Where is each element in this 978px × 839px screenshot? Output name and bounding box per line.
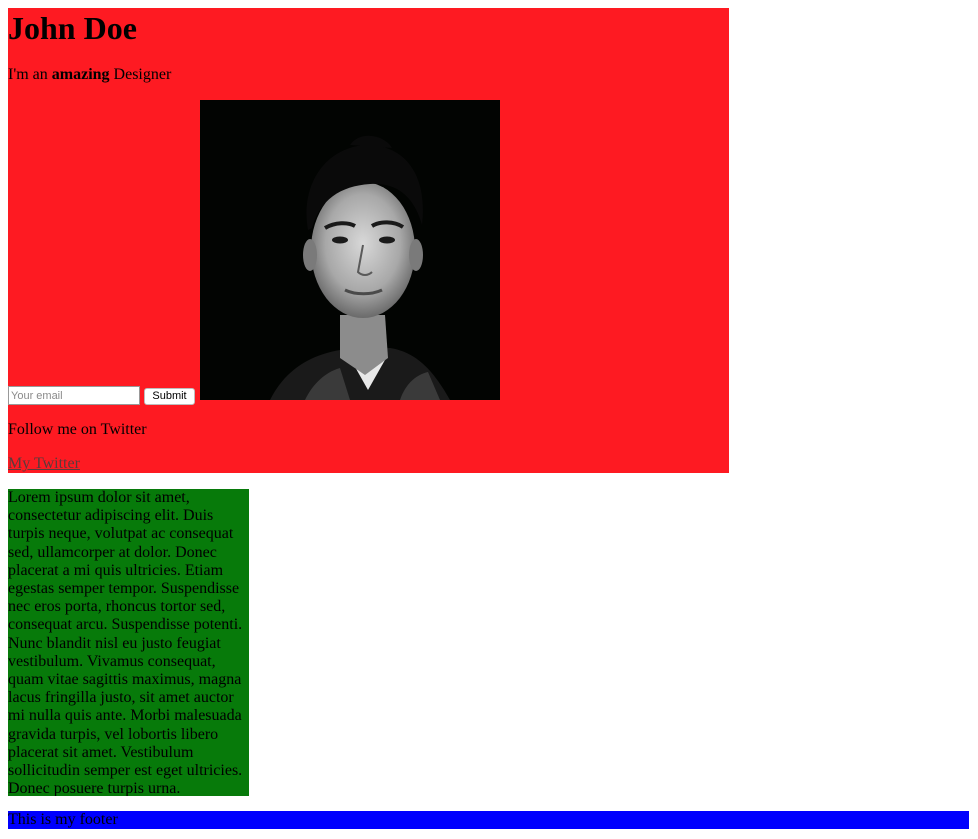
tagline: I'm an amazing Designer <box>8 65 171 85</box>
email-field[interactable] <box>8 386 140 405</box>
footer-text: This is my footer <box>8 811 118 828</box>
portrait-photo-icon <box>200 100 500 400</box>
twitter-link[interactable]: My Twitter <box>8 454 80 474</box>
profile-photo <box>200 100 500 400</box>
tagline-prefix: I'm an <box>8 66 52 83</box>
content-section: Lorem ipsum dolor sit amet, consectetur … <box>8 489 249 796</box>
submit-button[interactable]: Submit <box>144 388 195 405</box>
tagline-bold: amazing <box>51 66 110 83</box>
tagline-suffix: Designer <box>109 66 172 83</box>
lorem-paragraph: Lorem ipsum dolor sit amet, consectetur … <box>8 489 243 796</box>
footer: This is my footer <box>8 811 969 829</box>
header-section: John Doe I'm an amazing Designer Your em… <box>8 8 729 473</box>
page-title: John Doe <box>8 10 137 46</box>
follow-text: Follow me on Twitter <box>8 421 147 438</box>
